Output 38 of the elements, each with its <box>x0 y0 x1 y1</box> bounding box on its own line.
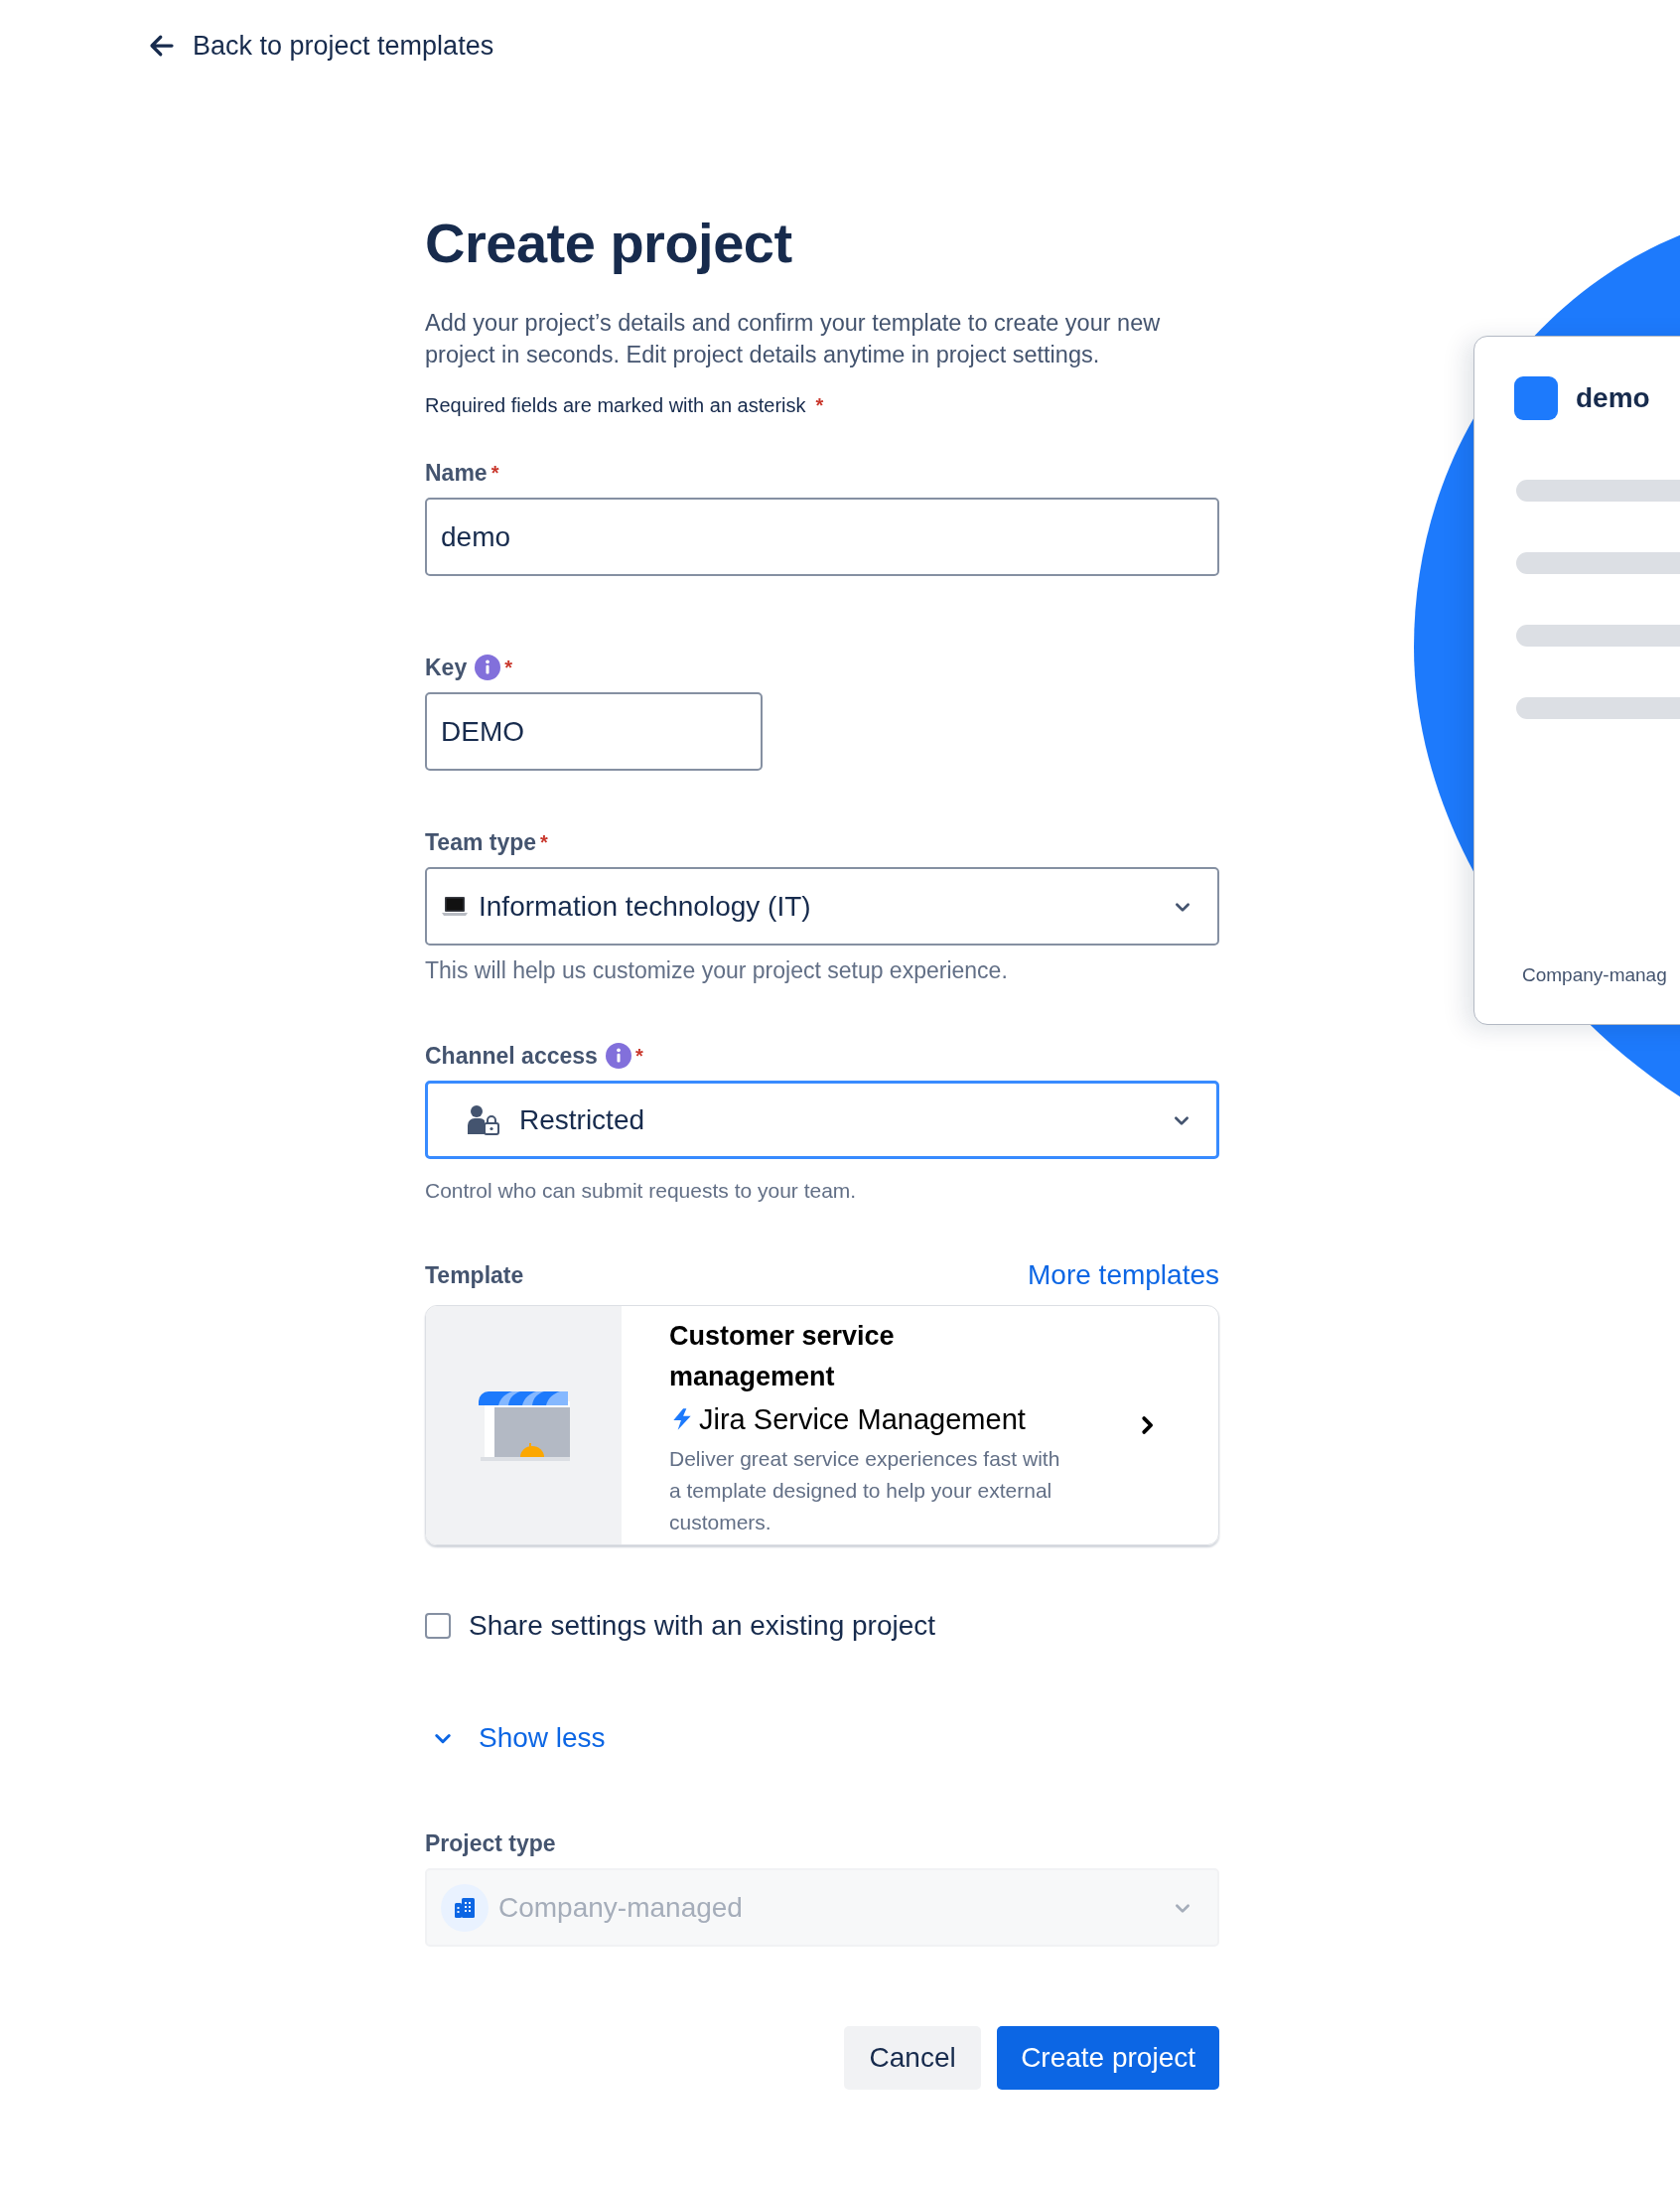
back-link[interactable]: Back to project templates <box>147 28 494 64</box>
required-asterisk: * <box>504 656 512 679</box>
required-asterisk: * <box>490 461 499 485</box>
select-field[interactable]: Restricted <box>425 1081 1219 1159</box>
template-card[interactable]: Customer service management Jira Service Management Deliver great service experiences fast with a template designed to help your external customers. <box>425 1305 1219 1545</box>
required-asterisk: * <box>634 1044 643 1068</box>
helper-text: This will help us customize your project setup experience. <box>425 957 1009 984</box>
project-type-text: Company-manag <box>1522 964 1667 986</box>
page-title: Create project <box>425 211 793 276</box>
info-icon[interactable] <box>605 1043 631 1069</box>
required-note: Required fields are marked with an asterisk <box>425 394 806 417</box>
required-asterisk: * <box>540 830 548 854</box>
field-label: Team type <box>425 828 537 856</box>
product-name: Jira Service Management <box>669 1399 1086 1439</box>
laptop-icon <box>441 894 469 919</box>
required-asterisk: * <box>815 394 824 417</box>
template-description: Deliver great service experiences fast with a template designed to help your external customers. <box>669 1446 1061 1535</box>
text-input[interactable]: demo <box>425 498 1219 576</box>
more-templates-link[interactable]: More templates <box>1028 1259 1219 1291</box>
show-less-toggle[interactable]: Show less <box>425 1718 606 1758</box>
helper-text: Control who can submit requests to your team. <box>425 1179 858 1203</box>
project-avatar-icon <box>1514 376 1558 420</box>
project-name: demo <box>1576 382 1650 414</box>
share-settings-checkbox[interactable]: Share settings with an existing project <box>425 1606 936 1646</box>
person-lock-icon <box>466 1103 501 1136</box>
info-icon[interactable] <box>475 655 501 680</box>
field-label: Project type <box>425 1829 556 1857</box>
field-label: Name <box>425 459 488 487</box>
template-title: Customer service management <box>669 1320 896 1393</box>
description: Add your project’s details and confirm your template to create your new project in seconds. Edit project details anytime in project settings. <box>425 309 1162 369</box>
create-project-button[interactable]: Create project <box>997 2026 1219 2090</box>
building-icon <box>441 1883 489 1932</box>
text-input[interactable]: DEMO <box>425 692 763 771</box>
cancel-button[interactable]: Cancel <box>844 2026 982 2090</box>
template-label: Template <box>425 1261 524 1289</box>
select-field[interactable]: Information technology (IT) <box>425 867 1219 946</box>
field-label: Key <box>425 654 468 681</box>
field-label: Channel access <box>425 1042 598 1070</box>
